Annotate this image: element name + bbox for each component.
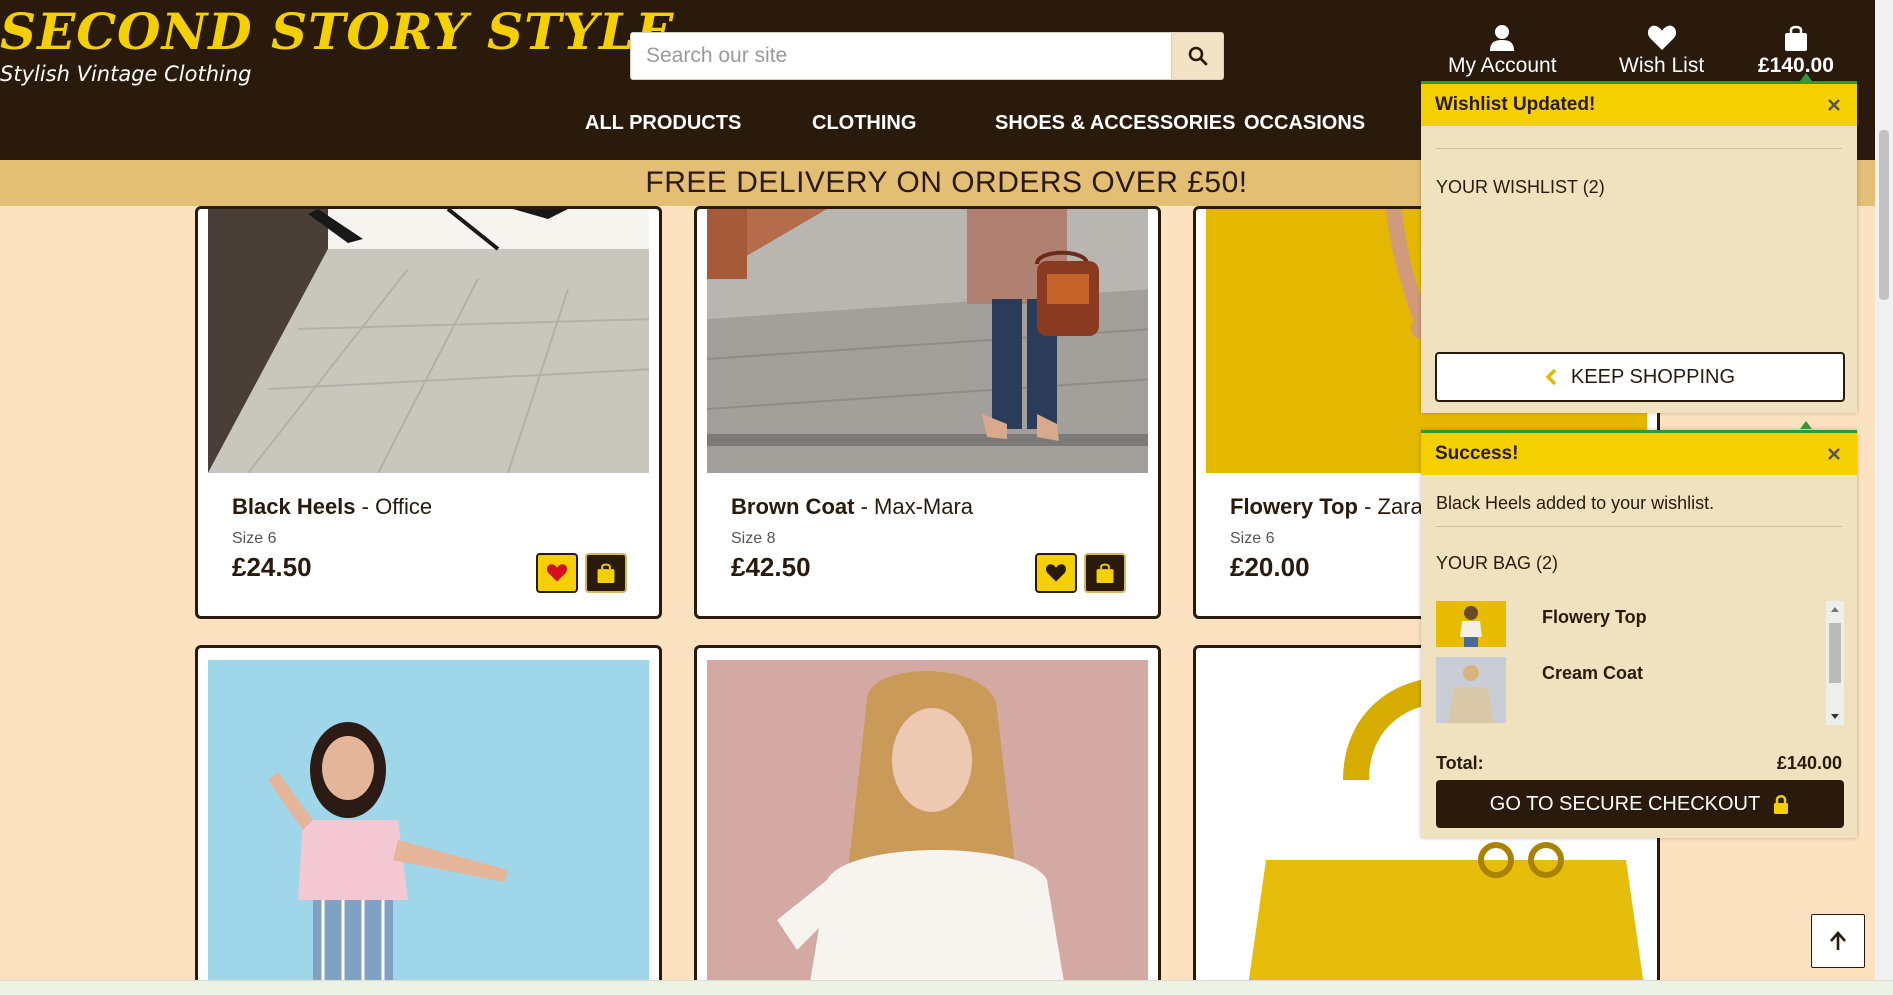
close-icon: [1828, 99, 1840, 111]
search-bar: [630, 32, 1224, 80]
my-account-link[interactable]: My Account: [1448, 24, 1557, 78]
bag-count: YOUR BAG (2): [1436, 553, 1559, 573]
product-brand: - Zara: [1364, 494, 1423, 519]
search-button[interactable]: [1171, 33, 1223, 79]
wish-list-link[interactable]: Wish List: [1619, 24, 1704, 78]
keep-shopping-button[interactable]: KEEP SHOPPING: [1435, 352, 1845, 402]
bag-total: £140.00: [1758, 54, 1834, 77]
product-brand: - Max-Mara: [860, 494, 974, 519]
total-value: £140.00: [1776, 753, 1842, 773]
product-name[interactable]: Black Heels: [232, 494, 356, 519]
product-name[interactable]: Brown Coat: [731, 494, 854, 519]
product-image[interactable]: [208, 660, 649, 995]
nav-shoes-accessories[interactable]: SHOES & ACCESSORIES: [995, 112, 1235, 135]
heart-icon: [1647, 25, 1676, 50]
scrollbar-thumb[interactable]: [1829, 623, 1841, 683]
product-card-brown-coat[interactable]: Brown Coat - Max-Mara Size 8 £42.50: [694, 206, 1161, 619]
checkout-label: GO TO SECURE CHECKOUT: [1489, 792, 1761, 815]
product-image-brown-coat[interactable]: [707, 209, 1148, 473]
shopping-bag-icon: [597, 563, 615, 583]
product-card[interactable]: [694, 645, 1161, 995]
divider: [1436, 148, 1842, 149]
nav-all-products[interactable]: ALL PRODUCTS: [585, 112, 741, 135]
add-to-bag-button[interactable]: [1084, 553, 1126, 593]
add-to-wishlist-button[interactable]: [1035, 553, 1077, 593]
wishlist-updated-popup: Wishlist Updated! YOUR WISHLIST (2) KEEP…: [1421, 81, 1857, 413]
bag-item[interactable]: Cream Coat: [1436, 657, 1826, 723]
add-to-wishlist-button[interactable]: [536, 553, 578, 593]
popup-title: Wishlist Updated!: [1435, 94, 1596, 115]
site-tagline: Stylish Vintage Clothing: [0, 62, 252, 86]
close-popup-button[interactable]: [1825, 96, 1843, 114]
divider: [1436, 526, 1842, 527]
popup-header: Success!: [1421, 433, 1857, 475]
secure-checkout-button[interactable]: GO TO SECURE CHECKOUT: [1436, 780, 1844, 828]
window-bottom-edge: [0, 980, 1893, 995]
bag-total-row: Total: £140.00: [1436, 753, 1842, 774]
bag-item[interactable]: Flowery Top: [1436, 601, 1826, 661]
product-name[interactable]: Flowery Top: [1230, 494, 1358, 519]
product-name-line: Brown Coat - Max-Mara: [731, 494, 1138, 520]
nav-clothing[interactable]: CLOTHING: [812, 112, 916, 135]
my-account-label: My Account: [1448, 54, 1557, 77]
wish-list-label: Wish List: [1619, 54, 1705, 77]
total-label: Total:: [1436, 753, 1484, 773]
success-popup: Success! Black Heels added to your wishl…: [1421, 430, 1857, 838]
bag-item-name: Flowery Top: [1542, 607, 1647, 627]
scroll-down-arrow-icon: [1831, 714, 1839, 719]
nav-occasions[interactable]: OCCASIONS: [1244, 112, 1365, 135]
add-to-bag-button[interactable]: [585, 553, 627, 593]
popup-pointer-icon: [1800, 421, 1812, 429]
bag-items-list[interactable]: Flowery Top Cream Coat: [1436, 601, 1844, 725]
page-scrollbar[interactable]: [1875, 0, 1893, 980]
wishlist-count: YOUR WISHLIST (2): [1436, 177, 1605, 197]
bag-item-thumbnail: [1436, 657, 1506, 723]
popup-pointer-icon: [1800, 73, 1812, 81]
delivery-banner-text: FREE DELIVERY ON ORDERS OVER £50!: [645, 166, 1248, 199]
scroll-up-arrow-icon: [1831, 607, 1839, 612]
bag-item-thumbnail: [1436, 601, 1506, 647]
close-popup-button[interactable]: [1825, 445, 1843, 463]
product-name-line: Black Heels - Office: [232, 494, 639, 520]
page-scrollbar-thumb[interactable]: [1879, 130, 1889, 300]
shopping-bag-link[interactable]: £140.00: [1758, 24, 1834, 78]
product-image[interactable]: [707, 660, 1148, 995]
shopping-bag-icon: [1096, 563, 1114, 583]
search-icon: [1188, 46, 1207, 66]
heart-icon: [546, 564, 568, 582]
product-brand: - Office: [361, 494, 433, 519]
product-image-black-heels[interactable]: [208, 209, 649, 473]
product-size: Size 6: [232, 530, 277, 547]
popup-title: Success!: [1435, 443, 1519, 464]
keep-shopping-label: KEEP SHOPPING: [1570, 365, 1736, 388]
popup-header: Wishlist Updated!: [1421, 84, 1857, 126]
lock-icon: [1774, 795, 1789, 814]
shopping-bag-icon: [1784, 25, 1807, 51]
close-icon: [1828, 448, 1840, 460]
site-logo[interactable]: SECOND STORY STYLE: [0, 2, 674, 61]
user-icon: [1490, 25, 1515, 51]
bag-item-name: Cream Coat: [1542, 663, 1644, 683]
arrow-up-icon: [1830, 931, 1846, 950]
success-message: Black Heels added to your wishlist.: [1436, 493, 1715, 513]
bag-list-scrollbar[interactable]: [1826, 601, 1844, 725]
product-card-black-heels[interactable]: Black Heels - Office Size 6 £24.50: [195, 206, 662, 619]
product-size: Size 8: [731, 530, 776, 547]
search-input[interactable]: [631, 33, 1171, 79]
product-card[interactable]: [195, 645, 662, 995]
back-to-top-button[interactable]: [1811, 914, 1865, 968]
chevron-left-icon: [1545, 368, 1557, 386]
heart-icon: [1045, 564, 1067, 582]
